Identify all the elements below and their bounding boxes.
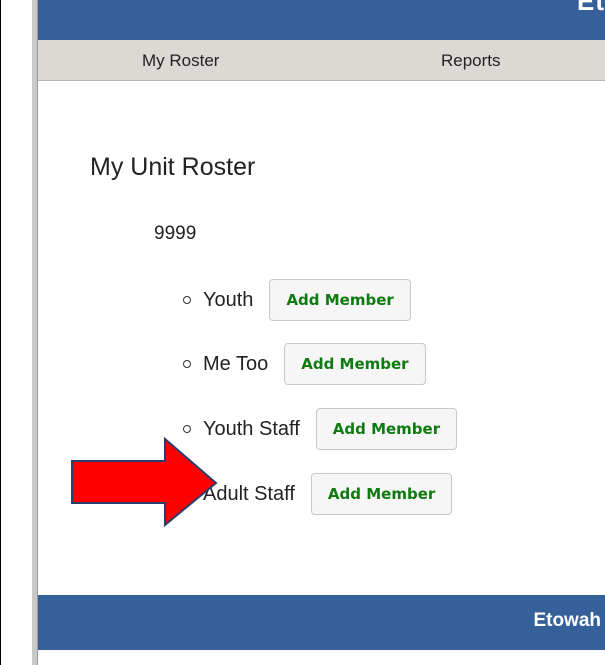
page-title: My Unit Roster xyxy=(90,153,256,181)
roster-group-youth-staff: Youth Staff Add Member xyxy=(183,406,458,452)
roster-group-adult-staff: Adult Staff Add Member xyxy=(183,471,453,517)
bullet-icon xyxy=(183,296,191,304)
nav-item-reports[interactable]: Reports xyxy=(441,51,501,71)
roster-group-me-too: Me Too Add Member xyxy=(183,341,426,387)
red-arrow-shape xyxy=(71,437,218,528)
footer-text: Etowah xyxy=(533,610,601,631)
roster-group-label: Me Too xyxy=(203,352,269,375)
roster-group-youth: Youth Add Member xyxy=(183,277,411,323)
unit-number: 9999 xyxy=(154,223,197,244)
nav-bar: My Roster Reports xyxy=(38,40,605,81)
left-window-edge xyxy=(1,0,38,665)
bullet-icon xyxy=(183,425,191,433)
nav-item-my-roster[interactable]: My Roster xyxy=(142,51,219,71)
top-banner: Et xyxy=(38,0,605,40)
bottom-margin xyxy=(38,650,605,665)
footer-bar: Etowah xyxy=(38,595,605,650)
add-member-button-adult-staff[interactable]: Add Member xyxy=(310,473,453,515)
app-window: Et My Roster Reports My Unit Roster 9999… xyxy=(38,0,605,665)
add-member-button-youth[interactable]: Add Member xyxy=(269,279,411,321)
add-member-button-me-too[interactable]: Add Member xyxy=(284,343,426,385)
banner-title-fragment: Et xyxy=(577,0,605,16)
roster-group-label: Youth xyxy=(203,288,254,311)
add-member-button-youth-staff[interactable]: Add Member xyxy=(315,408,458,450)
bullet-icon xyxy=(183,360,191,368)
red-arrow-icon xyxy=(71,437,218,528)
